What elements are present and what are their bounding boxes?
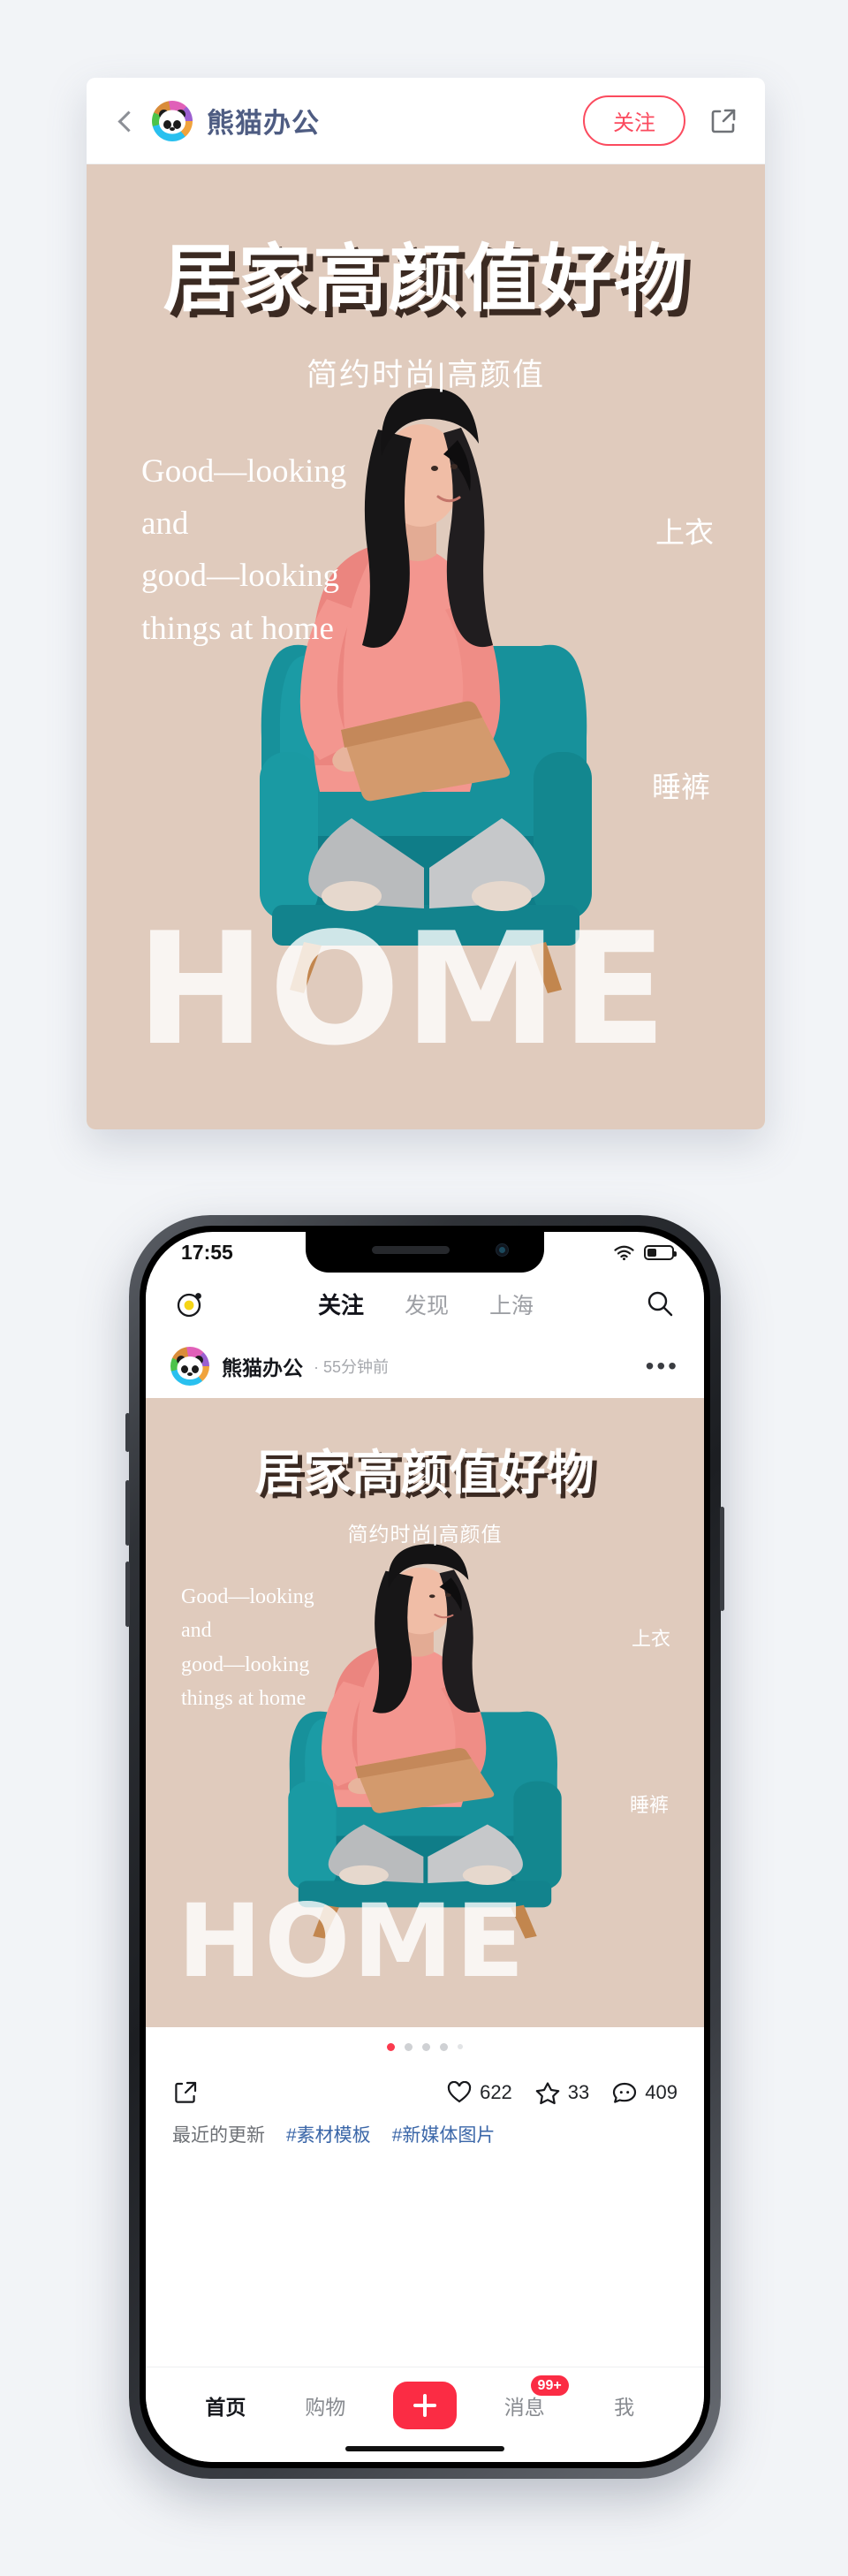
- post-poster-tag-bottom: 睡裤: [629, 1794, 669, 1816]
- tag-material-template[interactable]: #素材模板: [286, 2121, 371, 2147]
- phone-mockup: 17:55 关注 发现 上海 熊猫办公 · 55分钟前 ••• 居家高颜值好物 …: [125, 1215, 724, 2479]
- post-header: 熊猫办公 · 55分钟前 •••: [146, 1334, 704, 1398]
- panda-logo-icon: [152, 100, 193, 141]
- post-action-bar: 622 33 409: [146, 2066, 704, 2116]
- poster-title: 居家高颜值好物: [163, 236, 689, 322]
- serif-line-1: Good—looking: [181, 1585, 314, 1608]
- star-button[interactable]: 33: [535, 2081, 589, 2105]
- serif-line-3: good—looking: [181, 1653, 310, 1676]
- serif-line-2: and: [181, 1619, 212, 1643]
- carousel-dot[interactable]: [422, 2042, 430, 2051]
- serif-line-1: Good—looking: [141, 453, 347, 490]
- tag-recent-update[interactable]: 最近的更新: [172, 2121, 265, 2147]
- home-indicator: [345, 2446, 504, 2451]
- poster-serif-text: Good—looking and good—looking things at …: [141, 445, 433, 655]
- status-time: 17:55: [181, 1240, 233, 1264]
- follow-button[interactable]: 关注: [583, 95, 685, 146]
- heart-icon: [447, 2081, 472, 2103]
- tag-new-media-image[interactable]: #新媒体图片: [392, 2121, 496, 2147]
- poster-watermark: HOME: [136, 900, 670, 1081]
- star-icon: [535, 2081, 560, 2104]
- phone-screen: 17:55 关注 发现 上海 熊猫办公 · 55分钟前 ••• 居家高颜值好物 …: [146, 1232, 704, 2462]
- tab-follow[interactable]: 关注: [318, 1288, 364, 1320]
- status-bar: 17:55: [146, 1232, 704, 1273]
- bottom-navigation: 首页 购物 消息 99+ 我: [146, 2367, 704, 2462]
- carousel-indicator: [146, 2027, 704, 2066]
- power-button[interactable]: [720, 1507, 724, 1611]
- nav-item-home[interactable]: 首页: [176, 2390, 276, 2420]
- carousel-dot[interactable]: [405, 2042, 413, 2051]
- poster-tag-top: 上衣: [655, 516, 714, 549]
- like-count: 622: [480, 2081, 512, 2103]
- brand-title: 熊猫办公: [207, 108, 320, 139]
- wifi-icon: [613, 1244, 635, 1261]
- serif-line-2: and: [141, 505, 189, 543]
- post-timestamp: · 55分钟前: [314, 1358, 390, 1376]
- carousel-dot[interactable]: [387, 2042, 395, 2051]
- serif-line-4: things at home: [181, 1687, 307, 1711]
- nav-item-label: 消息: [504, 2395, 545, 2419]
- poster-tag-bottom: 睡裤: [652, 771, 710, 803]
- share-external-icon[interactable]: [172, 2079, 199, 2106]
- search-icon[interactable]: [646, 1289, 674, 1318]
- status-indicators: [613, 1244, 677, 1261]
- card-header: 熊猫办公 关注: [87, 78, 765, 164]
- feed-tabs: 关注 发现 上海: [206, 1288, 646, 1320]
- battery-icon: [644, 1244, 677, 1260]
- tab-shanghai[interactable]: 上海: [489, 1288, 534, 1320]
- panda-avatar-icon[interactable]: [170, 1347, 209, 1386]
- comment-button[interactable]: 409: [612, 2081, 678, 2104]
- silent-switch[interactable]: [125, 1413, 130, 1452]
- volume-up-button[interactable]: [125, 1480, 130, 1546]
- post-author[interactable]: 熊猫办公: [222, 1351, 303, 1381]
- app-topbar: 关注 发现 上海: [146, 1273, 704, 1334]
- more-dots-icon[interactable]: •••: [646, 1353, 679, 1378]
- comment-count: 409: [645, 2081, 678, 2103]
- post-poster-subtitle: 简约时尚|高颜值: [347, 1523, 503, 1546]
- like-button[interactable]: 622: [447, 2081, 512, 2104]
- post-poster-watermark: HOME: [178, 1882, 527, 2001]
- volume-down-button[interactable]: [125, 1562, 130, 1627]
- star-count: 33: [567, 2081, 590, 2103]
- post-stats: 622 33 409: [447, 2081, 678, 2105]
- nav-item-messages[interactable]: 消息 99+: [474, 2375, 574, 2420]
- nav-item-profile[interactable]: 我: [574, 2390, 674, 2420]
- carousel-dot[interactable]: [440, 2042, 448, 2051]
- serif-line-3: good—looking: [141, 558, 340, 595]
- create-post-container: [375, 2381, 475, 2429]
- poster-image: 居家高颜值好物 简约时尚|高颜值 Good—looking and good—l…: [87, 164, 765, 1129]
- post-poster-serif-text: Good—looking and good—looking things at …: [181, 1580, 384, 1716]
- carousel-dot[interactable]: [458, 2044, 463, 2049]
- phone-bezel: 17:55 关注 发现 上海 熊猫办公 · 55分钟前 ••• 居家高颜值好物 …: [140, 1226, 710, 2468]
- post-poster-tag-top: 上衣: [631, 1628, 670, 1650]
- serif-line-4: things at home: [141, 610, 334, 647]
- tab-discover[interactable]: 发现: [405, 1288, 449, 1320]
- comment-icon: [613, 2082, 637, 2103]
- post-poster-image[interactable]: 居家高颜值好物 简约时尚|高颜值 Good—looking and good—l…: [146, 1398, 704, 2027]
- camera-icon[interactable]: [176, 1288, 206, 1318]
- share-external-icon[interactable]: [708, 106, 738, 136]
- post-tags: 最近的更新 #素材模板 #新媒体图片: [146, 2116, 704, 2162]
- plus-icon[interactable]: [392, 2381, 457, 2429]
- chevron-left-icon[interactable]: [113, 110, 136, 133]
- message-badge: 99+: [530, 2375, 569, 2396]
- preview-card: 熊猫办公 关注 居家高颜值好物 简约时尚|高颜值 Good—looking an…: [87, 78, 765, 1129]
- post-poster-title: 居家高颜值好物: [254, 1445, 595, 1501]
- nav-item-shopping[interactable]: 购物: [276, 2390, 375, 2420]
- poster-subtitle: 简约时尚|高颜值: [306, 358, 546, 392]
